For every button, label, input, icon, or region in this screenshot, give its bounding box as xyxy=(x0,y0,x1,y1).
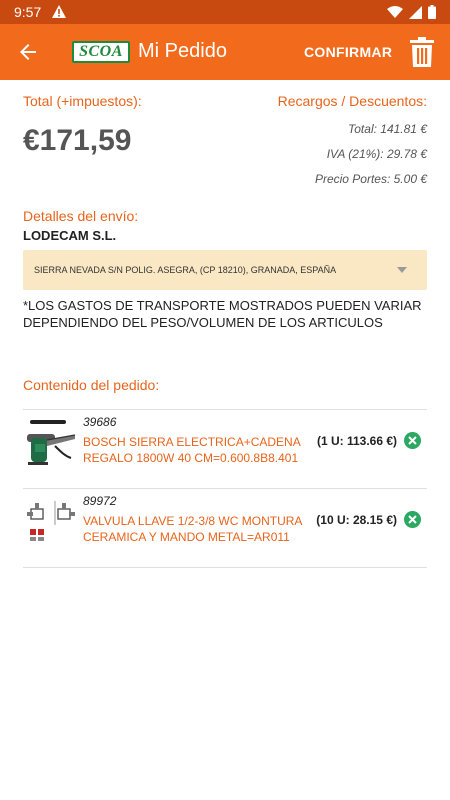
chainsaw-icon xyxy=(27,420,76,465)
back-arrow-icon[interactable] xyxy=(16,40,40,64)
logo-text: SCOA xyxy=(79,43,123,60)
status-bar: 9:57 xyxy=(0,0,450,24)
close-icon xyxy=(408,436,417,445)
breakdown-shipping: Precio Portes: 5.00 € xyxy=(314,172,427,186)
valve-icon xyxy=(27,501,75,541)
item-code: 89972 xyxy=(83,494,117,508)
remove-item-button[interactable] xyxy=(404,511,421,528)
status-indicators xyxy=(387,5,436,19)
list-item[interactable]: 39686 BOSCH SIERRA ELECTRICA+CADENA REGA… xyxy=(23,410,427,489)
alert-icon xyxy=(52,5,66,18)
item-code: 39686 xyxy=(83,415,117,429)
shipping-note: *LOS GASTOS DE TRANSPORTE MOSTRADOS PUED… xyxy=(23,298,422,330)
total-amount: €171,59 xyxy=(23,124,132,157)
wifi-icon xyxy=(387,6,403,18)
signal-icon xyxy=(409,5,422,19)
page-title: Mi Pedido xyxy=(138,40,227,62)
dropdown-arrow-icon xyxy=(397,267,407,273)
address-value: SIERRA NEVADA S/N POLIG. ASEGRA, (CP 182… xyxy=(34,265,337,275)
order-content-label: Contenido del pedido: xyxy=(23,377,160,393)
item-name: BOSCH SIERRA ELECTRICA+CADENA REGALO 180… xyxy=(83,435,301,465)
item-quantity-price: (10 U: 28.15 €) xyxy=(316,513,397,527)
surcharges-label: Recargos / Descuentos: xyxy=(277,93,427,109)
app-bar: SCOA Mi Pedido CONFIRMAR xyxy=(0,24,450,80)
confirm-button[interactable]: CONFIRMAR xyxy=(304,44,392,60)
total-label: Total (+impuestos): xyxy=(23,93,142,109)
status-time: 9:57 xyxy=(14,4,42,20)
list-item[interactable]: 89972 VALVULA LLAVE 1/2-3/8 WC MONTURA C… xyxy=(23,489,427,568)
breakdown-tax: IVA (21%): 29.78 € xyxy=(326,147,427,161)
trash-icon[interactable] xyxy=(410,37,434,67)
breakdown-subtotal: Total: 141.81 € xyxy=(348,122,427,136)
shipping-label: Detalles del envío: xyxy=(23,208,139,224)
company-name: LODECAM S.L. xyxy=(23,228,117,243)
battery-icon xyxy=(428,5,436,19)
close-icon xyxy=(408,515,417,524)
order-list: 39686 BOSCH SIERRA ELECTRICA+CADENA REGA… xyxy=(23,409,427,568)
item-name: VALVULA LLAVE 1/2-3/8 WC MONTURA CERAMIC… xyxy=(83,514,302,544)
address-dropdown[interactable]: SIERRA NEVADA S/N POLIG. ASEGRA, (CP 182… xyxy=(23,250,427,290)
remove-item-button[interactable] xyxy=(404,432,421,449)
scoa-logo: SCOA xyxy=(72,41,130,63)
item-quantity-price: (1 U: 113.66 €) xyxy=(316,434,397,448)
